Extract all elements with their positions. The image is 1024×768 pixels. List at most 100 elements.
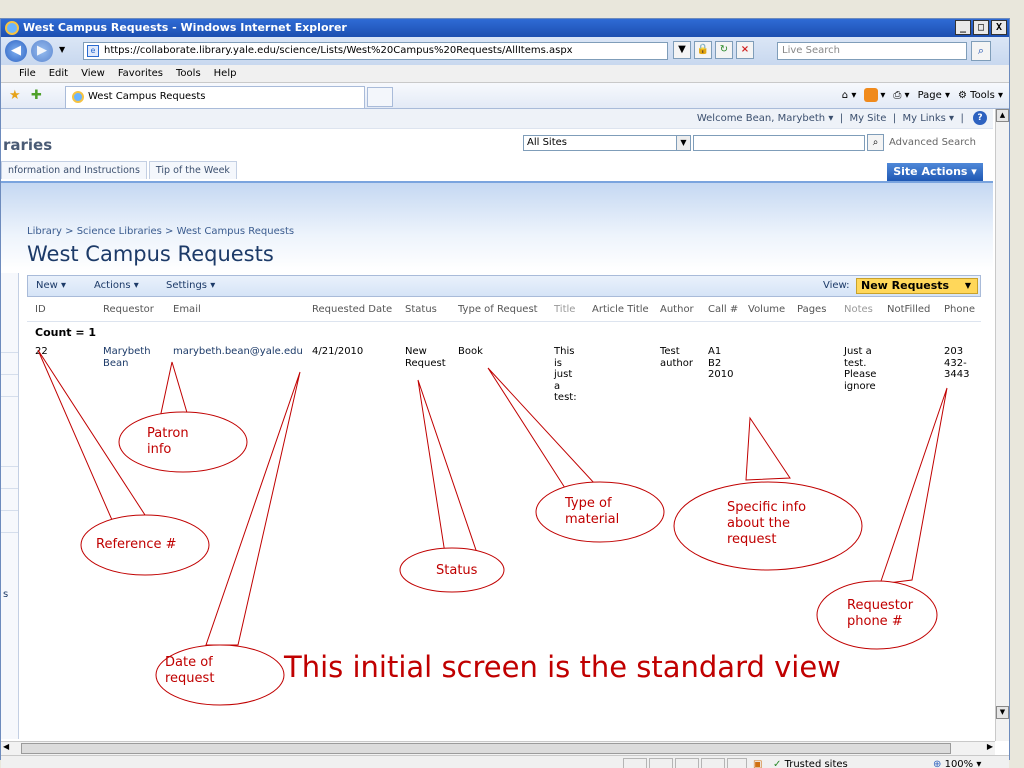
zoom-control[interactable]: ⊕ 100% ▾ (933, 759, 981, 768)
menu-favorites[interactable]: Favorites (118, 65, 163, 82)
my-links-menu[interactable]: My Links ▾ (902, 113, 954, 124)
col-article-title[interactable]: Article Title (592, 304, 649, 315)
left-nav-letter: s (3, 589, 9, 600)
cell-type-of-request: Book (458, 346, 483, 357)
feeds-icon[interactable]: ▾ (864, 88, 885, 102)
scroll-right-icon[interactable]: ▶ (987, 742, 993, 751)
col-requested-date[interactable]: Requested Date (312, 304, 392, 315)
cell-id[interactable]: 22 (35, 346, 48, 358)
cell-title: This is just a test: (554, 346, 577, 403)
left-nav-item[interactable] (1, 511, 18, 533)
site-actions-button[interactable]: Site Actions ▾ (887, 163, 983, 181)
help-icon[interactable]: ? (973, 111, 987, 125)
tab-ie-icon (72, 91, 84, 103)
view-value: New Requests (861, 279, 950, 292)
menu-tools[interactable]: Tools (176, 65, 201, 82)
col-pages[interactable]: Pages (797, 304, 826, 315)
security-zone[interactable]: ✓ Trusted sites (773, 759, 848, 768)
scroll-up-icon[interactable]: ▲ (996, 109, 1009, 122)
cell-email[interactable]: marybeth.bean@yale.edu (173, 346, 303, 358)
page-title: West Campus Requests (27, 242, 274, 266)
lock-icon[interactable]: 🔒 (694, 41, 712, 59)
col-notes[interactable]: Notes (844, 304, 873, 315)
live-search-input[interactable]: Live Search (777, 42, 967, 60)
tab-west-campus-requests[interactable]: West Campus Requests (65, 86, 365, 108)
tab-bar: ★ ✚ West Campus Requests ⌂ ▾ ▾ ⎙ ▾ Page … (1, 83, 1009, 109)
headline-caption: This initial screen is the standard view (284, 650, 841, 684)
address-input[interactable]: e https://collaborate.library.yale.edu/s… (83, 42, 668, 60)
col-call-number[interactable]: Call # (708, 304, 738, 315)
tab-information[interactable]: nformation and Instructions (1, 161, 147, 179)
chevron-down-icon: ▼ (964, 281, 971, 290)
menu-edit[interactable]: Edit (49, 65, 68, 82)
welcome-menu[interactable]: Welcome Bean, Marybeth ▾ (697, 113, 834, 124)
left-nav-item[interactable] (1, 489, 18, 511)
view-select[interactable]: New Requests ▼ (856, 278, 978, 294)
history-dropdown-icon[interactable]: ▼ (59, 45, 65, 54)
zoom-value: 100% (944, 759, 974, 768)
breadcrumb[interactable]: Library > Science Libraries > West Campu… (27, 226, 294, 237)
status-panel (675, 758, 699, 768)
col-type-of-request[interactable]: Type of Request (458, 304, 538, 315)
tools-menu[interactable]: ⚙ Tools ▾ (958, 90, 1003, 101)
left-nav-item[interactable] (1, 353, 18, 375)
advanced-search-link[interactable]: Advanced Search (889, 137, 976, 148)
site-title[interactable]: raries (3, 136, 52, 154)
forward-button[interactable]: ▶ (31, 40, 53, 62)
tab-tip-of-the-week[interactable]: Tip of the Week (148, 161, 237, 179)
back-button[interactable]: ◀ (5, 40, 27, 62)
cell-requestor[interactable]: Marybeth Bean (103, 346, 151, 369)
col-phone[interactable]: Phone (944, 304, 975, 315)
minimize-button[interactable]: _ (955, 20, 971, 35)
my-site-link[interactable]: My Site (849, 113, 886, 124)
col-id[interactable]: ID (35, 304, 46, 315)
col-requestor[interactable]: Requestor (103, 304, 154, 315)
new-tab-button[interactable] (367, 87, 393, 107)
menu-view[interactable]: View (81, 65, 105, 82)
horizontal-scrollbar[interactable]: ◀ ▶ (1, 741, 995, 755)
col-email[interactable]: Email (173, 304, 201, 315)
address-url: https://collaborate.library.yale.edu/sci… (104, 45, 573, 56)
cell-author: Test author (660, 346, 693, 369)
col-volume[interactable]: Volume (748, 304, 785, 315)
scroll-thumb[interactable] (21, 743, 951, 754)
favorites-star-icon[interactable]: ★ (9, 88, 21, 103)
zoom-icon: ⊕ (933, 759, 942, 768)
cell-requested-date: 4/21/2010 (312, 346, 364, 357)
new-menu[interactable]: New ▾ (36, 276, 66, 296)
menu-file[interactable]: File (19, 65, 36, 82)
security-icon[interactable]: ▣ (753, 759, 762, 768)
scroll-left-icon[interactable]: ◀ (3, 742, 9, 751)
site-search-icon[interactable]: ⌕ (867, 134, 884, 151)
settings-menu[interactable]: Settings ▾ (166, 276, 215, 296)
cell-phone: 203 432- 3443 (944, 346, 970, 380)
refresh-icon[interactable]: ↻ (715, 41, 733, 59)
maximize-button[interactable]: □ (973, 20, 989, 35)
vertical-scrollbar[interactable]: ▲ ▼ (995, 109, 1009, 741)
col-author[interactable]: Author (660, 304, 694, 315)
stop-icon[interactable]: × (736, 41, 754, 59)
type-of-material-label: Type of material (565, 496, 620, 527)
search-scope-select[interactable]: All Sites ▼ (523, 135, 691, 151)
left-nav-item[interactable] (1, 375, 18, 397)
menu-help[interactable]: Help (214, 65, 237, 82)
left-nav-item[interactable] (1, 467, 18, 489)
col-notfilled[interactable]: NotFilled (887, 304, 930, 315)
page-menu[interactable]: Page ▾ (918, 90, 950, 101)
actions-menu[interactable]: Actions ▾ (94, 276, 139, 296)
header-divider (27, 321, 981, 322)
home-icon[interactable]: ⌂ ▾ (842, 90, 857, 101)
close-button[interactable]: X (991, 20, 1007, 35)
list-toolbar: New ▾ Actions ▾ Settings ▾ View: New Req… (27, 275, 981, 297)
tab-label: West Campus Requests (88, 91, 206, 102)
search-scope-value: All Sites (527, 137, 567, 148)
address-dropdown-icon[interactable]: ▼ (673, 41, 691, 59)
add-favorite-icon[interactable]: ✚ (31, 88, 42, 103)
col-title[interactable]: Title (554, 304, 575, 315)
search-icon[interactable]: ⌕ (971, 41, 991, 61)
col-status[interactable]: Status (405, 304, 437, 315)
scroll-down-icon[interactable]: ▼ (996, 706, 1009, 719)
site-search-input[interactable] (693, 135, 865, 151)
print-icon[interactable]: ⎙ ▾ (893, 90, 909, 101)
left-nav-item[interactable]: s (1, 397, 18, 600)
